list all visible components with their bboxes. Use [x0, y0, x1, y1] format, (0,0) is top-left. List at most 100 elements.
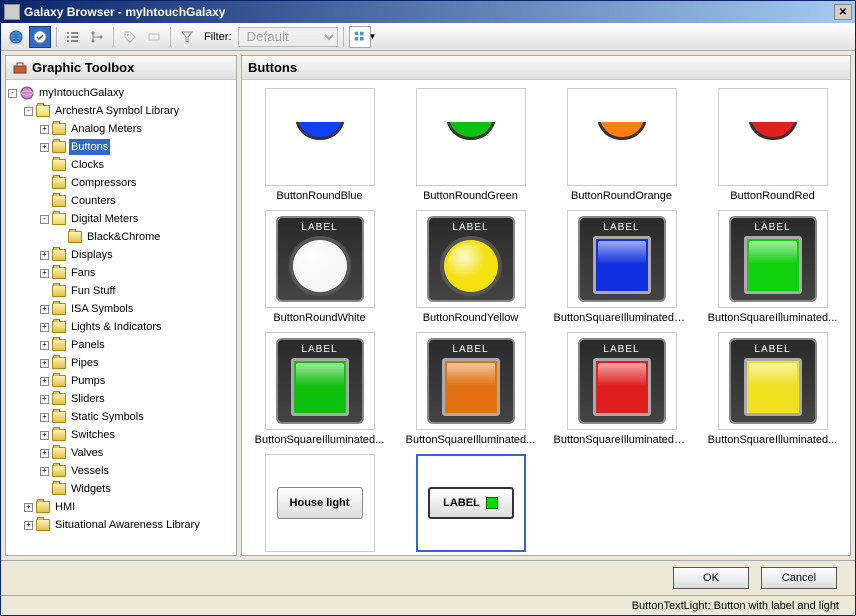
tree-item[interactable]: +Static Symbols: [8, 408, 234, 426]
tree-item[interactable]: +Pipes: [8, 354, 234, 372]
tree-expander[interactable]: +: [40, 449, 49, 458]
tree-item[interactable]: +Displays: [8, 246, 234, 264]
tree-expander[interactable]: +: [40, 413, 49, 422]
filter-label: Filter:: [204, 31, 232, 43]
filter-select[interactable]: Default: [238, 27, 338, 47]
tree-item[interactable]: +Valves: [8, 444, 234, 462]
tree-expander[interactable]: +: [40, 377, 49, 386]
tree-item[interactable]: Clocks: [8, 156, 234, 174]
tree-expander[interactable]: +: [40, 305, 49, 314]
tree-item[interactable]: -ArchestrA Symbol Library: [8, 102, 234, 120]
toolbar: Filter: Default ▼: [1, 23, 855, 51]
tree-expander[interactable]: +: [24, 521, 33, 530]
tree-item[interactable]: Black&Chrome: [8, 228, 234, 246]
tree-item[interactable]: - myIntouchGalaxy: [8, 84, 234, 102]
thumbnail-item[interactable]: ButtonRoundGreen: [397, 88, 544, 202]
tree-node-label: Buttons: [69, 139, 110, 155]
thumbnail-label: ButtonSquareIlluminatedBlue: [552, 312, 692, 324]
tree-expander[interactable]: -: [8, 89, 17, 98]
tree-expander[interactable]: +: [40, 269, 49, 278]
thumbnail-item[interactable]: LABELButtonSquareIlluminatedRed: [548, 332, 695, 446]
tree-expander[interactable]: -: [24, 107, 33, 116]
tree-panel: Graphic Toolbox -myIntouchGalaxy-Archest…: [5, 55, 237, 556]
tree-item[interactable]: + ISA Symbols: [8, 300, 234, 318]
tree-item[interactable]: +Situational Awareness Library: [8, 516, 234, 534]
close-button[interactable]: ✕: [834, 4, 852, 20]
labeled-round-button: LABEL: [427, 216, 515, 302]
dialog-buttons: OK Cancel: [1, 561, 855, 595]
tree-expander[interactable]: +: [40, 251, 49, 260]
folder-icon: [52, 123, 66, 135]
thumbnail-item[interactable]: LABELButtonSquareIlluminated...: [699, 210, 846, 324]
tree-item[interactable]: +Fans: [8, 264, 234, 282]
folder-open-icon: [52, 213, 66, 225]
toolbar-shape-icon[interactable]: [143, 26, 165, 48]
tree-expander[interactable]: +: [24, 503, 33, 512]
folder-icon: [52, 483, 66, 495]
thumbnail-item[interactable]: LABELButtonSquareIlluminated...: [246, 332, 393, 446]
toolbar-separator: [113, 27, 114, 47]
folder-icon: [68, 231, 82, 243]
toolbar-globe-icon[interactable]: [5, 26, 27, 48]
thumbnail-item[interactable]: LABELButtonSquareIlluminated...: [699, 332, 846, 446]
thumbnail-item[interactable]: House lightButtonText: [246, 454, 393, 555]
tree-expander[interactable]: +: [40, 467, 49, 476]
thumbnail-item[interactable]: LABELButtonRoundWhite: [246, 210, 393, 324]
galaxy-icon: [20, 86, 34, 100]
tree-item[interactable]: +Analog Meters: [8, 120, 234, 138]
thumbnail-item[interactable]: LABELButtonRoundYellow: [397, 210, 544, 324]
thumbnail-grid: ButtonRoundBlue ButtonRoundGreen ButtonRou…: [242, 80, 850, 555]
toolbar-filter-icon[interactable]: [176, 26, 198, 48]
folder-icon: [52, 321, 66, 333]
thumbnail-label: ButtonRoundGreen: [421, 190, 520, 202]
tree-expander[interactable]: +: [40, 323, 49, 332]
tree-item[interactable]: Fun Stuff: [8, 282, 234, 300]
light-indicator: [486, 497, 498, 509]
thumbnail-item[interactable]: ButtonRoundOrange: [548, 88, 695, 202]
tree-expander[interactable]: +: [40, 125, 49, 134]
folder-icon: [52, 429, 66, 441]
ok-button[interactable]: OK: [673, 567, 749, 589]
folder-icon: [52, 195, 66, 207]
tree-item[interactable]: + Buttons: [8, 138, 234, 156]
folder-icon: [52, 303, 66, 315]
tree-expander[interactable]: +: [40, 341, 49, 350]
thumbnail-item[interactable]: LABELButtonSquareIlluminated...: [397, 332, 544, 446]
cancel-button[interactable]: Cancel: [761, 567, 837, 589]
tree-item[interactable]: Counters: [8, 192, 234, 210]
thumbnail-item[interactable]: ButtonRoundBlue: [246, 88, 393, 202]
toolbar-list-icon[interactable]: [62, 26, 84, 48]
tree-item[interactable]: +Vessels: [8, 462, 234, 480]
tree-item[interactable]: +HMI: [8, 498, 234, 516]
tree-node-label: ISA Symbols: [69, 301, 135, 317]
toolbar-check-icon[interactable]: [29, 26, 51, 48]
thumbnail-item[interactable]: LABELButtonTextLight: [397, 454, 544, 555]
thumbnail-label: ButtonRoundRed: [728, 190, 816, 202]
tree-expander[interactable]: +: [40, 431, 49, 440]
tree-item[interactable]: +Sliders: [8, 390, 234, 408]
tree-expander[interactable]: +: [40, 143, 49, 152]
toolbar-tree-icon[interactable]: [86, 26, 108, 48]
thumbnail-item[interactable]: ButtonRoundRed: [699, 88, 846, 202]
tree-item[interactable]: Compressors: [8, 174, 234, 192]
folder-icon: [52, 339, 66, 351]
dropdown-arrow-icon[interactable]: ▼: [369, 32, 377, 41]
toolbar-tag-icon[interactable]: [119, 26, 141, 48]
thumbnail-item[interactable]: LABELButtonSquareIlluminatedBlue: [548, 210, 695, 324]
tree-item[interactable]: +Panels: [8, 336, 234, 354]
toolbar-view-icon[interactable]: [349, 26, 371, 48]
tree-node-label: myIntouchGalaxy: [37, 85, 126, 101]
tree-expander[interactable]: +: [40, 359, 49, 368]
tree-item[interactable]: +Pumps: [8, 372, 234, 390]
toolbox-icon: [12, 60, 28, 76]
tree-view[interactable]: -myIntouchGalaxy-ArchestrA Symbol Librar…: [6, 80, 236, 555]
tree-item[interactable]: + Lights & Indicators: [8, 318, 234, 336]
tree-item[interactable]: +Switches: [8, 426, 234, 444]
tree-node-label: Lights & Indicators: [69, 319, 164, 335]
tree-header: Graphic Toolbox: [6, 56, 236, 80]
tree-item[interactable]: Widgets: [8, 480, 234, 498]
tree-item[interactable]: -Digital Meters: [8, 210, 234, 228]
tree-expander[interactable]: +: [40, 395, 49, 404]
tree-expander[interactable]: -: [40, 215, 49, 224]
folder-icon: [52, 375, 66, 387]
